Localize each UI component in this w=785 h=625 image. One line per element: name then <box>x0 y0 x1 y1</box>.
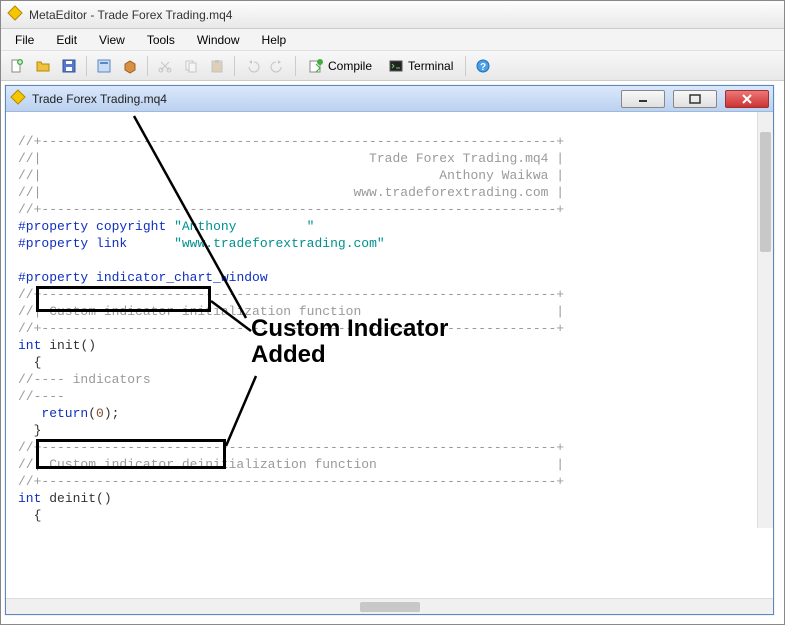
code-line: //| Trade Forex Trading.mq4 | <box>18 151 564 166</box>
menu-file[interactable]: File <box>5 31 44 49</box>
svg-text:?: ? <box>480 62 486 73</box>
code-line: //| www.tradeforextrading.com | <box>18 185 564 200</box>
horizontal-scrollbar[interactable] <box>6 598 773 614</box>
code-token: } <box>34 423 42 438</box>
cut-button[interactable] <box>153 54 177 78</box>
toolbar-separator <box>465 56 466 76</box>
menu-tools[interactable]: Tools <box>137 31 185 49</box>
code-line: //| Anthony Waikwa | <box>18 168 564 183</box>
code-token: init <box>49 338 80 353</box>
undo-button[interactable] <box>240 54 264 78</box>
code-token: return <box>41 406 88 421</box>
code-token: { <box>34 508 42 523</box>
open-file-button[interactable] <box>31 54 55 78</box>
code-token: #property <box>18 270 88 285</box>
workspace: Trade Forex Trading.mq4 //+-------------… <box>1 81 784 624</box>
maximize-button[interactable] <box>673 90 717 108</box>
code-token: link <box>96 236 127 251</box>
code-token: indicator_chart_window <box>96 270 268 285</box>
app-titlebar: MetaEditor - Trade Forex Trading.mq4 <box>1 1 784 29</box>
code-line: //+-------------------------------------… <box>18 440 564 455</box>
code-token: ) <box>104 406 112 421</box>
document-icon <box>10 89 26 108</box>
code-line: //+-------------------------------------… <box>18 134 564 149</box>
document-window: Trade Forex Trading.mq4 //+-------------… <box>5 85 774 615</box>
code-line: //+-------------------------------------… <box>18 287 564 302</box>
code-line: //+-------------------------------------… <box>18 474 564 489</box>
redo-button[interactable] <box>266 54 290 78</box>
toolbar-separator <box>147 56 148 76</box>
code-line: //---- <box>18 389 65 404</box>
code-token: ( <box>88 406 96 421</box>
app-title: MetaEditor - Trade Forex Trading.mq4 <box>29 8 232 22</box>
code-token: 0 <box>96 406 104 421</box>
menu-window[interactable]: Window <box>187 31 250 49</box>
code-token: () <box>80 338 96 353</box>
code-token: copyright <box>96 219 166 234</box>
toolbox-button[interactable] <box>118 54 142 78</box>
code-line: //---- indicators <box>18 372 151 387</box>
code-token: "www.tradeforextrading.com" <box>174 236 385 251</box>
toolbar-separator <box>86 56 87 76</box>
toolbar-separator <box>234 56 235 76</box>
compile-button[interactable]: Compile <box>301 54 379 78</box>
menu-edit[interactable]: Edit <box>46 31 87 49</box>
save-button[interactable] <box>57 54 81 78</box>
code-token: int <box>18 338 41 353</box>
code-token: () <box>96 491 112 506</box>
code-line: //| Custom indicator initialization func… <box>18 304 564 319</box>
copy-button[interactable] <box>179 54 203 78</box>
terminal-button[interactable]: Terminal <box>381 54 460 78</box>
code-line: //+-------------------------------------… <box>18 202 564 217</box>
toolbar-separator <box>295 56 296 76</box>
document-title: Trade Forex Trading.mq4 <box>32 92 167 106</box>
new-file-button[interactable] <box>5 54 29 78</box>
help-button[interactable]: ? <box>471 54 495 78</box>
code-token: ; <box>112 406 120 421</box>
code-token: #property <box>18 219 88 234</box>
compile-label: Compile <box>328 59 372 73</box>
code-token: deinit <box>49 491 96 506</box>
code-token: #property <box>18 236 88 251</box>
minimize-button[interactable] <box>621 90 665 108</box>
code-line: //| Custom indicator deinitialization fu… <box>18 457 564 472</box>
toolbar: Compile Terminal ? <box>1 51 784 81</box>
menubar: File Edit View Tools Window Help <box>1 29 784 51</box>
code-content[interactable]: //+-------------------------------------… <box>6 112 757 528</box>
code-token: { <box>34 355 42 370</box>
code-editor[interactable]: //+-------------------------------------… <box>6 112 773 598</box>
code-token: "Anthony " <box>174 219 314 234</box>
vertical-scrollbar[interactable] <box>757 112 773 528</box>
code-line: //+-------------------------------------… <box>18 321 564 336</box>
document-titlebar: Trade Forex Trading.mq4 <box>6 86 773 112</box>
menu-help[interactable]: Help <box>252 31 297 49</box>
close-button[interactable] <box>725 90 769 108</box>
menu-view[interactable]: View <box>89 31 135 49</box>
paste-button[interactable] <box>205 54 229 78</box>
app-icon <box>7 5 23 24</box>
navigator-button[interactable] <box>92 54 116 78</box>
terminal-label: Terminal <box>408 59 453 73</box>
code-token: int <box>18 491 41 506</box>
